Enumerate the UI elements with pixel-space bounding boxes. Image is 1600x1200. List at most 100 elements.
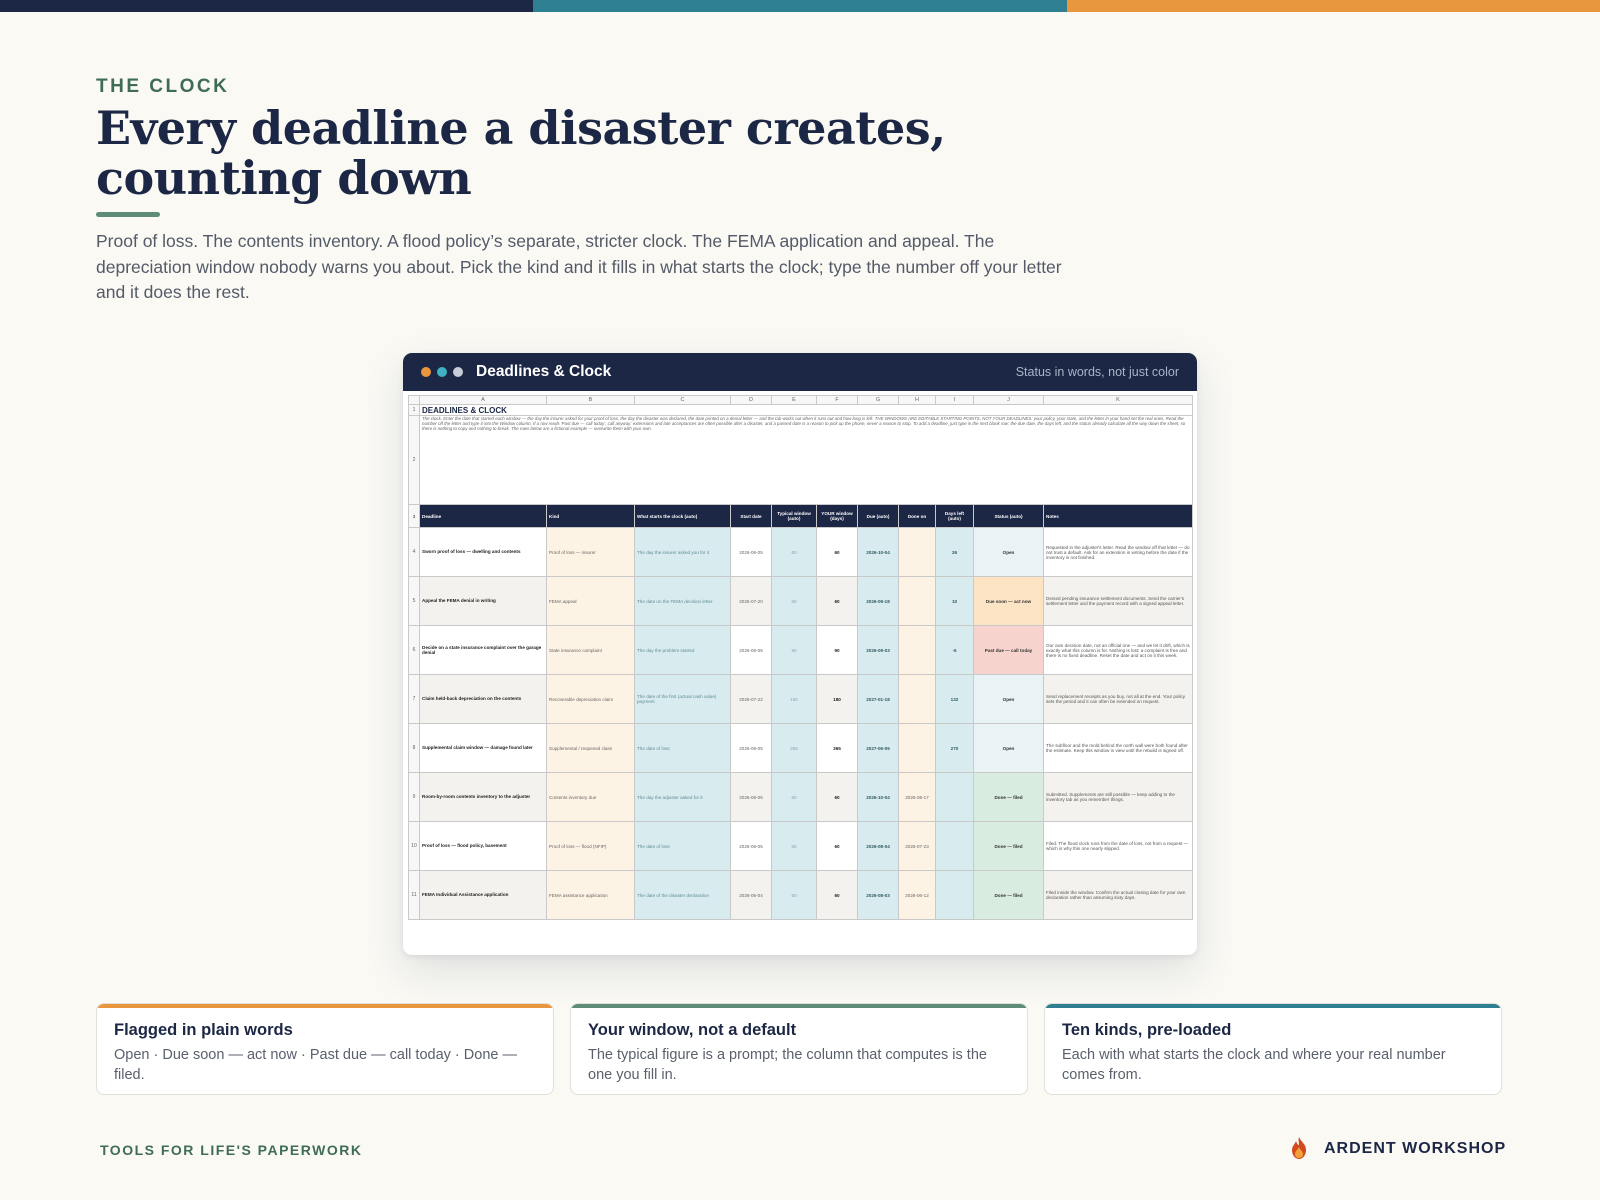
row-number[interactable]: 4	[408, 527, 420, 577]
cell-starts[interactable]: The date on the FEMA decision letter	[634, 576, 731, 626]
cell-start[interactable]: 2026-06-05	[730, 625, 772, 675]
column-letter[interactable]: C	[634, 395, 731, 405]
cell-deadline[interactable]: Decide on a state insurance complaint ov…	[419, 625, 547, 675]
cell-typical[interactable]: 90	[771, 625, 817, 675]
cell-left[interactable]	[935, 821, 974, 871]
cell-status[interactable]: Due soon — act now	[973, 576, 1044, 626]
cell-start[interactable]: 2026-07-22	[730, 674, 772, 724]
cell-start[interactable]: 2026-06-04	[730, 870, 772, 920]
row-number[interactable]: 1	[408, 404, 420, 416]
sheet-title[interactable]: DEADLINES & CLOCK	[419, 404, 1193, 416]
row-number[interactable]: 3	[408, 504, 420, 528]
cell-status[interactable]: Done — filed	[973, 821, 1044, 871]
cell-start[interactable]: 2026-06-05	[730, 527, 772, 577]
row-number[interactable]: 6	[408, 625, 420, 675]
cell-kind[interactable]: Proof of loss — insurer	[546, 527, 635, 577]
cell-kind[interactable]: Supplemental / reopened claim	[546, 723, 635, 773]
sheet-description[interactable]: The clock. Enter the date that started e…	[419, 415, 1193, 505]
cell-starts[interactable]: The date of loss	[634, 723, 731, 773]
column-header[interactable]: Typical window (auto)	[771, 504, 817, 528]
cell-done[interactable]	[898, 527, 936, 577]
cell-left[interactable]	[935, 870, 974, 920]
cell-typical[interactable]: 60	[771, 527, 817, 577]
column-header[interactable]: Deadline	[419, 504, 547, 528]
cell-starts[interactable]: The date of loss	[634, 821, 731, 871]
cell-starts[interactable]: The date of the disaster declaration	[634, 870, 731, 920]
column-header[interactable]: YOUR window (days)	[816, 504, 858, 528]
column-header[interactable]: Kind	[546, 504, 635, 528]
cell-start[interactable]: 2026-07-20	[730, 576, 772, 626]
cell-start[interactable]: 2026-06-05	[730, 821, 772, 871]
cell-starts[interactable]: The date of the first (actual cash value…	[634, 674, 731, 724]
cell-due[interactable]: 2026-08-03	[857, 870, 899, 920]
column-letter[interactable]: K	[1043, 395, 1193, 405]
cell-notes[interactable]: Submitted. Supplements are still possibl…	[1043, 772, 1193, 822]
column-letter[interactable]: B	[546, 395, 635, 405]
cell-yours[interactable]: 60	[816, 870, 858, 920]
cell-notes[interactable]: Denied pending insurance settlement docu…	[1043, 576, 1193, 626]
cell-yours[interactable]: 90	[816, 625, 858, 675]
cell-done[interactable]	[898, 576, 936, 626]
cell-deadline[interactable]: Sworn proof of loss — dwelling and conte…	[419, 527, 547, 577]
cell-done[interactable]: 2026-06-12	[898, 870, 936, 920]
cell-notes[interactable]: Filed inside the window. Confirm the act…	[1043, 870, 1193, 920]
cell-due[interactable]: 2027-01-18	[857, 674, 899, 724]
cell-notes[interactable]: Send replacement receipts as you buy, no…	[1043, 674, 1193, 724]
column-letter[interactable]: I	[935, 395, 974, 405]
cell-yours[interactable]: 60	[816, 821, 858, 871]
column-letter[interactable]: H	[898, 395, 936, 405]
cell-starts[interactable]: The day the adjuster asked for it	[634, 772, 731, 822]
cell-kind[interactable]: Contents inventory due	[546, 772, 635, 822]
cell-kind[interactable]: FEMA appeal	[546, 576, 635, 626]
cell-status[interactable]: Past due — call today	[973, 625, 1044, 675]
column-letter[interactable]: E	[771, 395, 817, 405]
row-number[interactable]: 8	[408, 723, 420, 773]
row-number[interactable]: 9	[408, 772, 420, 822]
corner-cell[interactable]	[408, 395, 420, 405]
cell-kind[interactable]: Proof of loss — flood (NFIP)	[546, 821, 635, 871]
cell-status[interactable]: Done — filed	[973, 870, 1044, 920]
cell-done[interactable]	[898, 723, 936, 773]
cell-deadline[interactable]: Supplemental claim window — damage found…	[419, 723, 547, 773]
column-letter[interactable]: D	[730, 395, 772, 405]
cell-left[interactable]	[935, 772, 974, 822]
cell-typical[interactable]: 60	[771, 576, 817, 626]
cell-start[interactable]: 2026-06-05	[730, 723, 772, 773]
cell-notes[interactable]: Requested in the adjuster's letter. Read…	[1043, 527, 1193, 577]
cell-due[interactable]: 2026-09-03	[857, 625, 899, 675]
cell-deadline[interactable]: Proof of loss — flood policy, basement	[419, 821, 547, 871]
cell-deadline[interactable]: Claim held-back depreciation on the cont…	[419, 674, 547, 724]
cell-typical[interactable]: 180	[771, 674, 817, 724]
column-header[interactable]: What starts the clock (auto)	[634, 504, 731, 528]
cell-notes[interactable]: Our own decision date, not an official o…	[1043, 625, 1193, 675]
cell-start[interactable]: 2026-08-05	[730, 772, 772, 822]
row-number[interactable]: 5	[408, 576, 420, 626]
cell-status[interactable]: Open	[973, 527, 1044, 577]
cell-notes[interactable]: Filed. The flood clock runs from the dat…	[1043, 821, 1193, 871]
column-letter[interactable]: A	[419, 395, 547, 405]
cell-left[interactable]: 26	[935, 527, 974, 577]
cell-deadline[interactable]: Room-by-room contents inventory to the a…	[419, 772, 547, 822]
cell-due[interactable]: 2027-06-05	[857, 723, 899, 773]
cell-yours[interactable]: 365	[816, 723, 858, 773]
column-header[interactable]: Done on	[898, 504, 936, 528]
cell-due[interactable]: 2026-10-04	[857, 772, 899, 822]
column-header[interactable]: Notes	[1043, 504, 1193, 528]
cell-left[interactable]: -5	[935, 625, 974, 675]
cell-kind[interactable]: Recoverable depreciation claim	[546, 674, 635, 724]
cell-typical[interactable]: 60	[771, 870, 817, 920]
cell-left[interactable]: 10	[935, 576, 974, 626]
cell-kind[interactable]: State insurance complaint	[546, 625, 635, 675]
cell-left[interactable]: 270	[935, 723, 974, 773]
cell-status[interactable]: Open	[973, 723, 1044, 773]
cell-done[interactable]: 2026-08-17	[898, 772, 936, 822]
cell-starts[interactable]: The day the problem started	[634, 625, 731, 675]
column-letter[interactable]: F	[816, 395, 858, 405]
cell-due[interactable]: 2026-10-04	[857, 527, 899, 577]
cell-left[interactable]: 132	[935, 674, 974, 724]
cell-done[interactable]	[898, 674, 936, 724]
cell-deadline[interactable]: FEMA Individual Assistance application	[419, 870, 547, 920]
cell-kind[interactable]: FEMA assistance application	[546, 870, 635, 920]
row-number[interactable]: 10	[408, 821, 420, 871]
cell-yours[interactable]: 180	[816, 674, 858, 724]
